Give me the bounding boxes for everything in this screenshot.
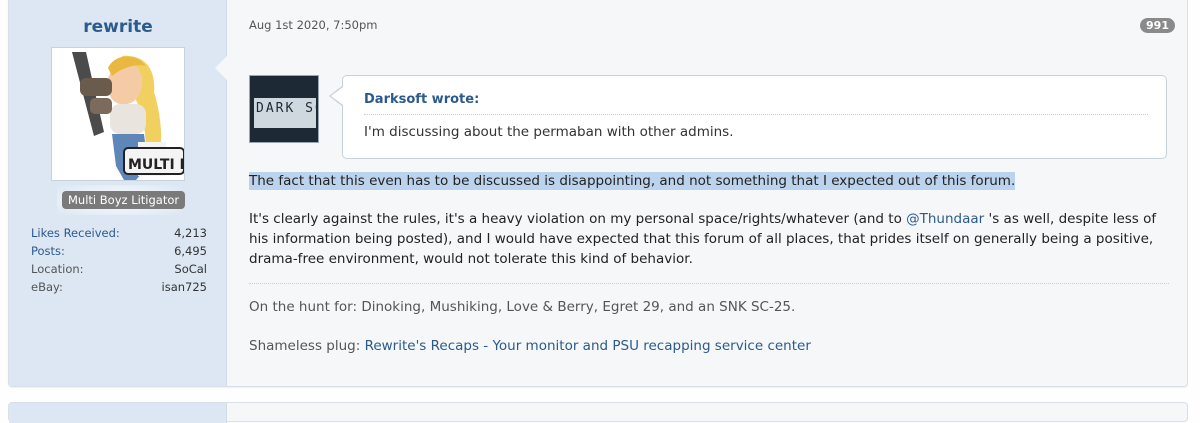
avatar-image: MULTI BOYZ — [52, 48, 184, 180]
post-date[interactable]: Aug 1st 2020, 7:50pm — [249, 18, 378, 32]
quote-divider — [364, 114, 1148, 115]
logo-text: DARK SOFT — [256, 101, 318, 116]
stat-label: eBay: — [31, 280, 63, 294]
user-title-badge: Multi Boyz Litigator — [62, 191, 186, 209]
stat-row-location: Location: SoCal — [31, 260, 207, 278]
quote-block: Darksoft wrote: I'm discussing about the… — [342, 75, 1167, 159]
username-link[interactable]: rewrite — [9, 17, 227, 37]
signature-link[interactable]: Rewrite's Recaps - Your monitor and PSU … — [365, 338, 811, 354]
post-number-badge[interactable]: 991 — [1140, 18, 1175, 33]
stat-label[interactable]: Posts: — [31, 242, 65, 260]
next-post — [8, 402, 1188, 423]
signature-prefix: Shameless plug: — [249, 338, 365, 354]
message-area: Aug 1st 2020, 7:50pm 991 DARK SOFT Darks… — [227, 0, 1189, 386]
user-avatar[interactable]: MULTI BOYZ — [51, 47, 185, 181]
stat-value: SoCal — [174, 262, 207, 276]
stat-value: isan725 — [161, 280, 207, 294]
user-mention-link[interactable]: @Thundaar — [906, 211, 984, 227]
stat-label: Location: — [31, 262, 84, 276]
darksoft-logo-icon: DARK SOFT — [250, 76, 318, 142]
signature-divider — [249, 283, 1169, 284]
stat-value: 4,213 — [174, 226, 207, 240]
quote-pointer-fill — [331, 87, 343, 105]
signature-line-2: Shameless plug: Rewrite's Recaps - Your … — [249, 338, 811, 354]
quote-author-link[interactable]: Darksoft wrote: — [364, 92, 479, 107]
forum-post: rewrite MULTI BOYZ Multi Boyz Litigator — [8, 0, 1188, 387]
stat-row-posts: Posts: 6,495 — [31, 242, 207, 260]
stat-row-likes: Likes Received: 4,213 — [31, 224, 207, 242]
user-column: rewrite MULTI BOYZ Multi Boyz Litigator — [9, 0, 228, 386]
user-stats: Likes Received: 4,213 Posts: 6,495 Locat… — [31, 224, 207, 296]
selected-text: The fact that this even has to be discus… — [249, 172, 1016, 190]
post-paragraph-1: The fact that this even has to be discus… — [249, 171, 1174, 191]
next-post-user-column — [9, 403, 227, 423]
signature-line-1: On the hunt for: Dinoking, Mushiking, Lo… — [249, 299, 796, 315]
stat-label[interactable]: Likes Received: — [31, 224, 120, 242]
post-paragraph-2: It's clearly against the rules, it's a h… — [249, 209, 1174, 269]
paragraph-text: It's clearly against the rules, it's a h… — [249, 211, 907, 227]
stat-row-ebay: eBay: isan725 — [31, 278, 207, 296]
quote-author-avatar[interactable]: DARK SOFT — [249, 75, 319, 143]
stat-value: 6,495 — [174, 244, 207, 258]
avatar-badge-text: MULTI BOYZ — [128, 157, 184, 173]
quote-text: I'm discussing about the permaban with o… — [364, 124, 734, 140]
